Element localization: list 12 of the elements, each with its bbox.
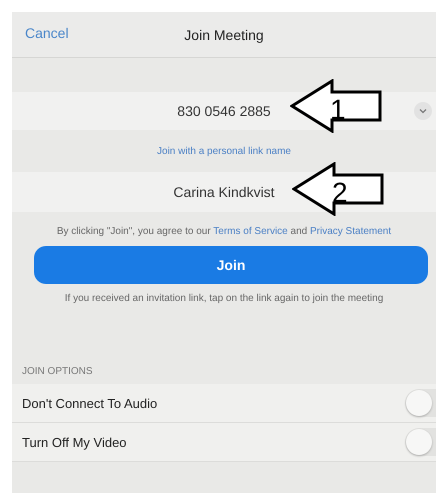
chevron-down-icon[interactable]	[414, 102, 432, 120]
agreement-text: By clicking "Join", you agree to our Terms of Service and Privacy Statement	[56, 226, 392, 237]
option-label: Turn Off My Video	[22, 434, 127, 450]
screen-title: Join Meeting	[184, 26, 264, 42]
personal-link[interactable]: Join with a personal link name	[157, 146, 291, 156]
terms-link[interactable]: Terms of Service	[213, 226, 288, 237]
join-button[interactable]: Join	[34, 246, 428, 284]
option-label: Don't Connect To Audio	[22, 396, 158, 410]
section-heading: JOIN OPTIONS	[22, 366, 94, 379]
privacy-link[interactable]: Privacy Statement	[310, 226, 392, 237]
cancel-button[interactable]: Cancel	[25, 25, 69, 41]
invitation-note: If you received an invitation link, tap on the link again to join the meeting	[64, 293, 384, 304]
